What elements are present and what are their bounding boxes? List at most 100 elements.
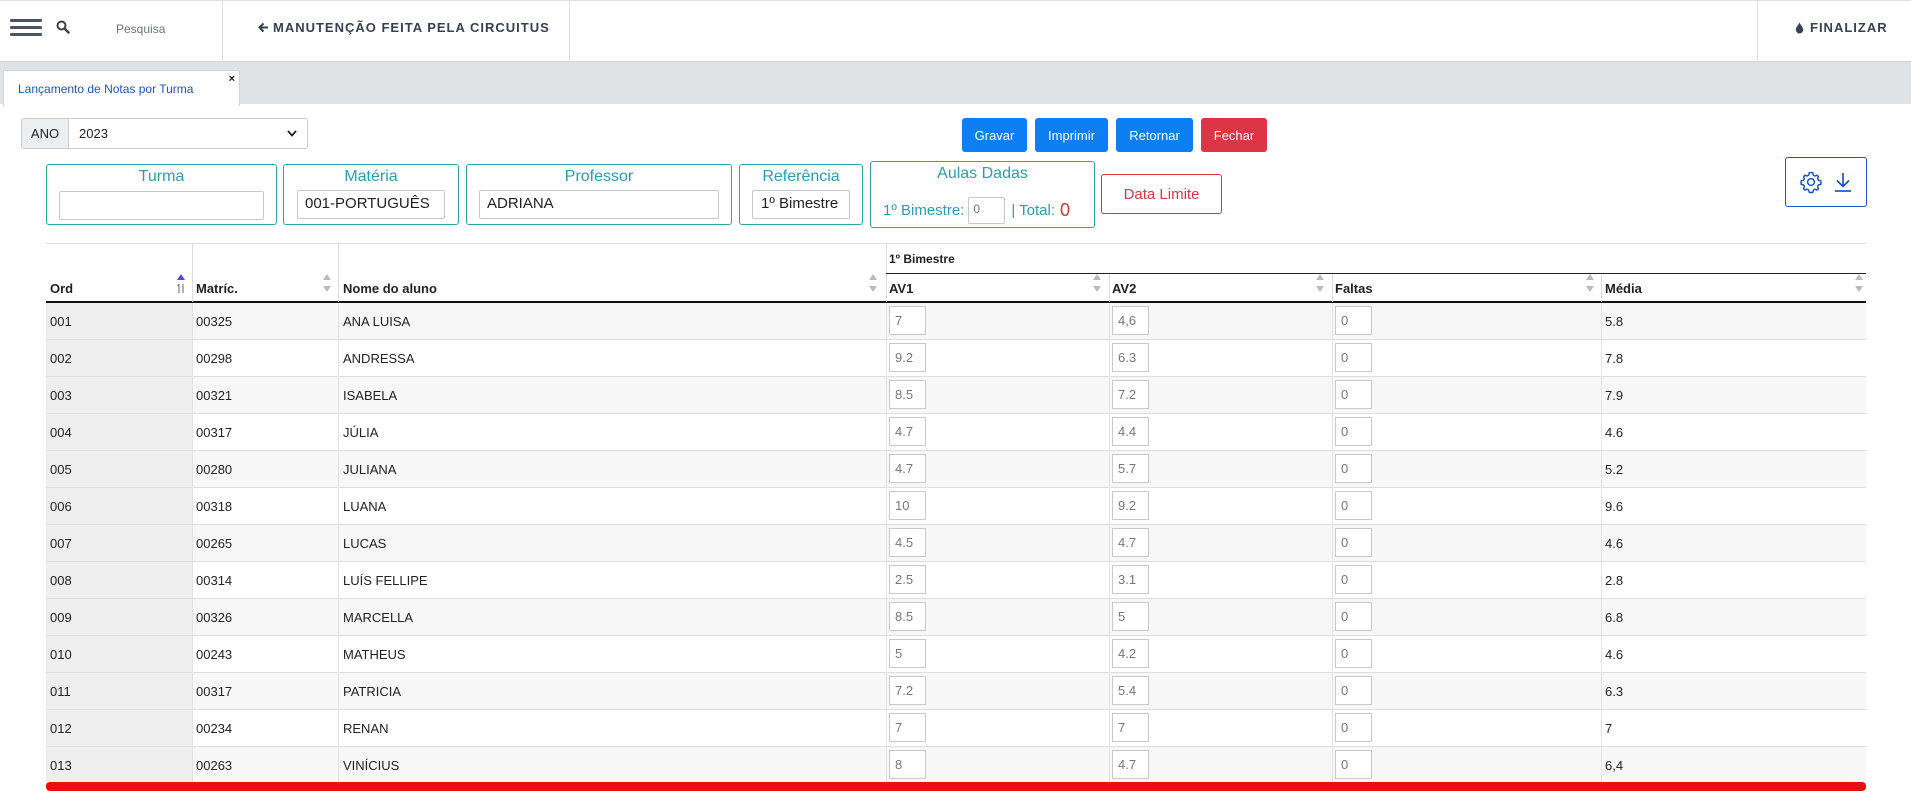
student-name-cell: LUÍS FELLIPE [343,573,428,588]
search-input[interactable]: Pesquisa [116,22,165,36]
faltas-input[interactable]: 0 [1335,306,1372,335]
table-row: 011 00317 PATRICIA 7.2 5.4 0 6.3 [46,673,1866,710]
faltas-input[interactable]: 0 [1335,417,1372,446]
col-divider [1332,747,1333,784]
av2-input[interactable]: 6.3 [1112,343,1149,372]
table-row: 001 00325 ANA LUISA 7 4,6 0 5.8 [46,303,1866,340]
av2-input[interactable]: 7 [1112,713,1149,742]
sort-icon[interactable] [1092,272,1102,294]
av1-input[interactable]: 7 [889,713,926,742]
sort-icon[interactable] [868,272,878,294]
imprimir-button[interactable]: Imprimir [1035,118,1108,152]
tab-lancamento-notas[interactable]: Lançamento de Notas por Turma × [3,70,240,106]
faltas-input[interactable]: 0 [1335,713,1372,742]
media-cell: 7.9 [1605,388,1624,403]
av2-input[interactable]: 4.7 [1112,528,1149,557]
av1-input[interactable]: 4.7 [889,454,926,483]
faltas-input[interactable]: 0 [1335,750,1372,779]
av1-input[interactable]: 9.2 [889,343,926,372]
ano-select[interactable]: 2023 [68,118,308,149]
column-settings-button[interactable] [1785,157,1867,207]
faltas-input[interactable]: 0 [1335,380,1372,409]
av1-input[interactable]: 2.5 [889,565,926,594]
av2-input[interactable]: 4.2 [1112,639,1149,668]
av1-input[interactable]: 7 [889,306,926,335]
header-av1[interactable]: AV1 [889,281,913,296]
sort-asc-icon[interactable] [176,272,186,294]
av2-input[interactable]: 4.7 [1112,750,1149,779]
header-matric[interactable]: Matríc. [196,281,238,296]
data-limite-button[interactable]: Data Limite [1101,174,1222,214]
header-ord[interactable]: Ord [50,281,73,296]
ano-label: ANO [21,118,68,149]
av1-input[interactable]: 5 [889,639,926,668]
matric-cell: 00314 [196,573,233,588]
col-divider [1601,340,1602,377]
av1-input[interactable]: 8.5 [889,380,926,409]
sort-icon[interactable] [1585,272,1595,294]
gravar-button[interactable]: Gravar [962,118,1027,152]
finalize-button[interactable]: FINALIZAR [1795,20,1888,35]
av1-input[interactable]: 4.5 [889,528,926,557]
student-name-cell: MARCELLA [343,610,414,625]
fechar-button[interactable]: Fechar [1201,118,1267,152]
av2-input[interactable]: 4,6 [1112,306,1149,335]
header-nome[interactable]: Nome do aluno [343,281,437,296]
professor-input[interactable]: ADRIANA [479,190,719,219]
media-cell: 7.8 [1605,351,1624,366]
faltas-input[interactable]: 0 [1335,639,1372,668]
retornar-button[interactable]: Retornar [1116,118,1193,152]
media-cell: 4.6 [1605,536,1624,551]
table-row: 013 00263 VINÍCIUS 8 4.7 0 6,4 [46,747,1866,784]
av2-input[interactable]: 5 [1112,602,1149,631]
student-name-cell: VINÍCIUS [343,758,400,773]
col-divider [886,451,887,488]
faltas-input[interactable]: 0 [1335,343,1372,372]
student-name-cell: ANDRESSA [343,351,415,366]
col-divider [192,747,193,784]
col-divider [192,488,193,525]
col-divider [886,414,887,451]
aulas-dadas-box: Aulas Dadas 1º Bimestre: 0 | Total: 0 [870,161,1095,228]
col-divider [1109,710,1110,747]
av2-input[interactable]: 9.2 [1112,491,1149,520]
turma-input[interactable] [59,191,264,220]
av1-input[interactable]: 10 [889,491,926,520]
referencia-select[interactable]: 1º Bimestre [752,190,850,219]
menu-icon[interactable] [10,19,42,37]
header-av2[interactable]: AV2 [1112,281,1136,296]
faltas-input[interactable]: 0 [1335,602,1372,631]
materia-input[interactable]: 001-PORTUGUÊS [297,190,445,219]
professor-filter: Professor ADRIANA [466,164,732,225]
av1-input[interactable]: 7.2 [889,676,926,705]
tab-label: Lançamento de Notas por Turma [18,82,194,96]
av1-input[interactable]: 8 [889,750,926,779]
close-icon[interactable]: × [229,73,235,85]
faltas-input[interactable]: 0 [1335,454,1372,483]
header-media[interactable]: Média [1605,281,1642,296]
search-icon[interactable] [56,20,70,34]
sort-icon[interactable] [1854,272,1864,294]
col-divider [886,562,887,599]
faltas-input[interactable]: 0 [1335,676,1372,705]
aulas-bimestre-input[interactable]: 0 [968,197,1006,224]
col-divider [338,340,339,377]
col-divider [192,599,193,636]
av1-input[interactable]: 8.5 [889,602,926,631]
av1-input[interactable]: 4.7 [889,417,926,446]
matric-cell: 00325 [196,314,233,329]
faltas-input[interactable]: 0 [1335,528,1372,557]
av2-input[interactable]: 4.4 [1112,417,1149,446]
av2-input[interactable]: 3.1 [1112,565,1149,594]
faltas-input[interactable]: 0 [1335,491,1372,520]
sort-icon[interactable] [322,272,332,294]
header-faltas[interactable]: Faltas [1335,281,1373,296]
faltas-input[interactable]: 0 [1335,565,1372,594]
av2-input[interactable]: 5.7 [1112,454,1149,483]
sort-icon[interactable] [1315,272,1325,294]
av2-input[interactable]: 7.2 [1112,380,1149,409]
av2-input[interactable]: 5.4 [1112,676,1149,705]
tab-strip: Lançamento de Notas por Turma × [0,62,1911,106]
media-cell: 4.6 [1605,425,1624,440]
back-link[interactable]: MANUTENÇÃO FEITA PELA CIRCUITUS [258,20,550,35]
